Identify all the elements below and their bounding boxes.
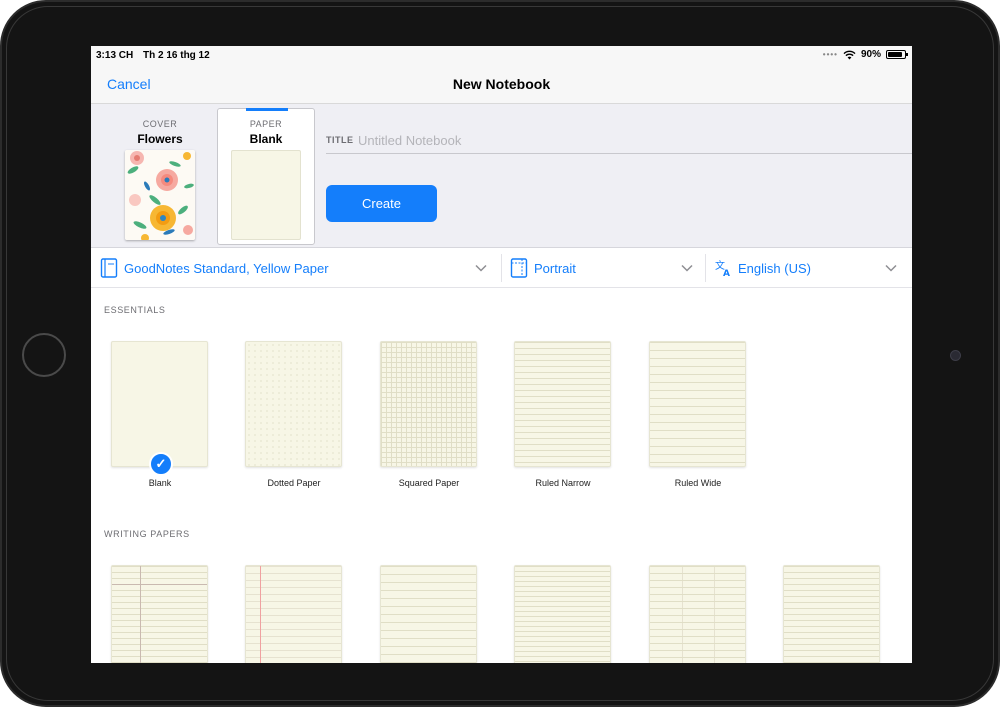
- template-tile[interactable]: Ruled Wide: [649, 341, 747, 488]
- wifi-icon: [843, 50, 856, 59]
- flowers-cover-image: [125, 150, 195, 240]
- template-tile[interactable]: ✓ Blank: [111, 341, 209, 488]
- template-tile[interactable]: [649, 565, 747, 663]
- chevron-down-icon: [475, 264, 487, 272]
- ipad-frame: 3:13 CH Th 2 16 thg 12 •••• 90% Cancel N…: [0, 0, 1000, 707]
- template-tile[interactable]: [380, 565, 478, 663]
- template-label: Ruled Narrow: [535, 478, 591, 488]
- template-thumbnail: [783, 565, 880, 663]
- status-bar: 3:13 CH Th 2 16 thg 12 •••• 90%: [91, 46, 912, 66]
- chevron-down-icon: [681, 264, 693, 272]
- template-label: Blank: [148, 478, 172, 488]
- template-label: Ruled Wide: [674, 478, 722, 488]
- battery-level: [888, 52, 903, 57]
- template-tile[interactable]: [514, 565, 612, 663]
- create-button[interactable]: Create: [326, 185, 437, 222]
- template-thumbnail: [111, 341, 208, 467]
- orientation-selector[interactable]: Portrait: [510, 248, 706, 288]
- cover-name: Flowers: [137, 132, 183, 146]
- paper-caption: PAPER: [249, 119, 283, 129]
- status-time: 3:13 CH: [96, 50, 134, 61]
- chevron-down-icon: [885, 264, 897, 272]
- paper-thumbnail: [231, 150, 301, 240]
- title-label: TITLE: [326, 135, 354, 145]
- checkmark-icon: ✓: [149, 452, 173, 476]
- template-thumbnail: [111, 565, 208, 663]
- status-right: •••• 90%: [822, 49, 908, 60]
- notebook-setup-panel: COVER Flowers PAPER Blank TITLE Untitled…: [91, 104, 912, 248]
- template-thumbnail: [649, 565, 746, 663]
- template-gallery: ESSENTIALS ✓ Blank Dotted Paper Squared Pap…: [91, 289, 912, 663]
- template-set-selector[interactable]: GoodNotes Standard, Yellow Paper: [100, 248, 500, 288]
- selector-divider: [501, 254, 502, 282]
- section-header: WRITING PAPERS: [104, 529, 190, 539]
- language-label: English (US): [738, 260, 811, 276]
- template-tile[interactable]: [783, 565, 881, 663]
- template-set-label: GoodNotes Standard, Yellow Paper: [124, 260, 329, 276]
- template-tile[interactable]: Dotted Paper: [245, 341, 343, 488]
- template-icon: [100, 258, 118, 278]
- template-label: Squared Paper: [398, 478, 460, 488]
- template-thumbnail: [380, 565, 477, 663]
- title-row: TITLE: [326, 128, 912, 154]
- page-title: New Notebook: [452, 76, 551, 92]
- portrait-icon: [510, 258, 528, 278]
- camera-icon: [950, 350, 961, 361]
- template-thumbnail: [514, 565, 611, 663]
- svg-text:A: A: [723, 269, 730, 278]
- cover-caption: COVER: [142, 119, 178, 129]
- language-selector[interactable]: 文 A English (US): [714, 248, 904, 288]
- template-label: Dotted Paper: [267, 478, 321, 488]
- paper-selector[interactable]: PAPER Blank: [217, 108, 315, 245]
- cover-thumbnail: [125, 150, 195, 240]
- paper-selected-indicator: [246, 108, 288, 111]
- selector-divider: [705, 254, 706, 282]
- template-thumbnail: [245, 341, 342, 467]
- signal-dots-icon: ••••: [822, 50, 838, 59]
- template-thumbnail: [649, 341, 746, 467]
- options-bar: GoodNotes Standard, Yellow Paper Portrai…: [91, 248, 912, 288]
- cover-selector[interactable]: COVER Flowers: [116, 109, 204, 243]
- battery-icon: [886, 50, 908, 59]
- home-button[interactable]: [22, 333, 66, 377]
- status-date: Th 2 16 thg 12: [143, 50, 210, 61]
- navigation-bar: Cancel New Notebook: [91, 66, 912, 104]
- template-tile[interactable]: Squared Paper: [380, 341, 478, 488]
- screen: 3:13 CH Th 2 16 thg 12 •••• 90% Cancel N…: [91, 46, 912, 663]
- orientation-label: Portrait: [534, 260, 576, 276]
- section-header: ESSENTIALS: [104, 305, 166, 315]
- template-thumbnail: [380, 341, 477, 467]
- template-tile[interactable]: Ruled Narrow: [514, 341, 612, 488]
- translate-icon: 文 A: [715, 259, 730, 278]
- template-tile[interactable]: [111, 565, 209, 663]
- template-thumbnail: [245, 565, 342, 663]
- title-input[interactable]: [358, 129, 798, 151]
- template-thumbnail: [514, 341, 611, 467]
- battery-percent: 90%: [860, 49, 881, 60]
- template-tile[interactable]: [245, 565, 343, 663]
- paper-name: Blank: [249, 132, 283, 146]
